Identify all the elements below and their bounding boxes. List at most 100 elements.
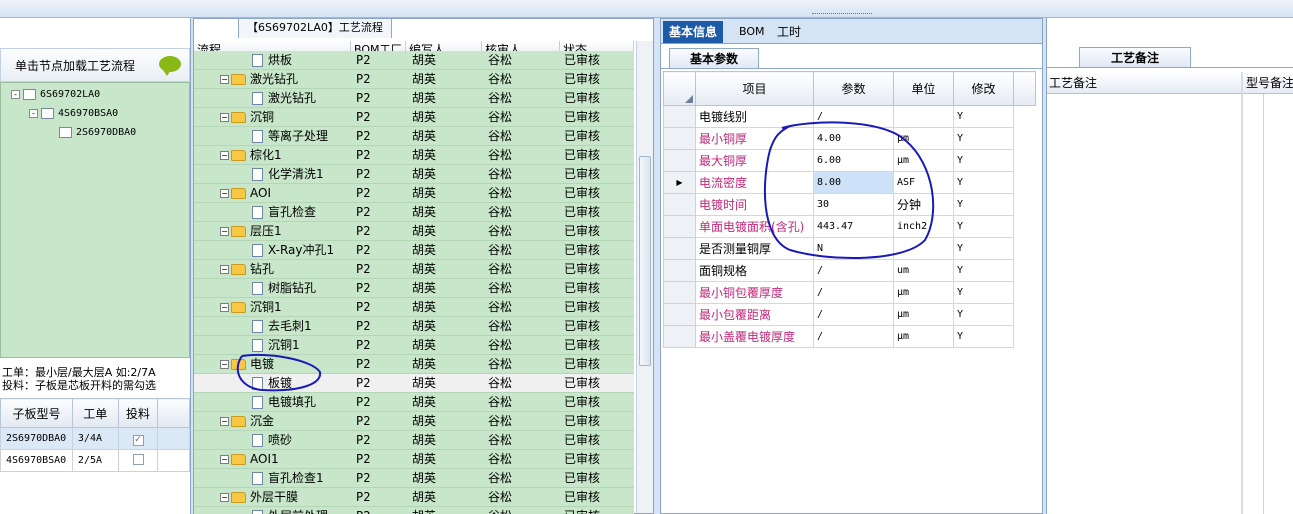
param-row[interactable]: 最小铜包覆厚度 / μm Y bbox=[663, 281, 1036, 304]
collapse-icon[interactable]: − bbox=[220, 417, 229, 426]
collapse-icon[interactable]: − bbox=[220, 265, 229, 274]
tree-node[interactable]: - 4S6970BSA0 bbox=[29, 105, 118, 121]
tab-basic-info[interactable]: 基本信息 bbox=[663, 21, 724, 43]
cell-param[interactable]: / bbox=[813, 259, 894, 282]
col-header-feed[interactable]: 投料 bbox=[117, 398, 159, 428]
cell-model[interactable]: 4S6970BSA0 bbox=[0, 449, 73, 472]
cell-param[interactable]: 30 bbox=[813, 193, 894, 216]
flow-row[interactable]: 去毛刺1 P2 胡英 谷松 已审核 bbox=[194, 317, 634, 336]
col-header-order[interactable]: 工单 bbox=[71, 398, 119, 428]
param-row[interactable]: ▶ 电流密度 8.00 ASF Y bbox=[663, 171, 1036, 194]
cell-order[interactable]: 2/5A bbox=[71, 449, 119, 472]
tree-node[interactable]: - 6S69702LA0 bbox=[11, 86, 100, 102]
tab-process-remarks[interactable]: 工艺备注 bbox=[1079, 47, 1191, 68]
flow-row[interactable]: − 层压1 P2 胡英 谷松 已审核 bbox=[194, 222, 634, 241]
collapse-icon[interactable]: − bbox=[220, 360, 229, 369]
table-row[interactable]: 4S6970BSA0 2/5A bbox=[0, 449, 190, 472]
cell-param[interactable]: N bbox=[813, 237, 894, 260]
flow-row[interactable]: 等离子处理 P2 胡英 谷松 已审核 bbox=[194, 127, 634, 146]
row-header[interactable] bbox=[663, 281, 696, 304]
row-header[interactable] bbox=[663, 325, 696, 348]
flow-row[interactable]: 盲孔检查 P2 胡英 谷松 已审核 bbox=[194, 203, 634, 222]
param-row[interactable]: 最小盖覆电镀厚度 / μm Y bbox=[663, 325, 1036, 348]
remarks-splitter[interactable] bbox=[1241, 72, 1243, 514]
cell-modify[interactable]: Y bbox=[953, 259, 1014, 282]
cell-order[interactable]: 3/4A bbox=[71, 427, 119, 450]
flow-row[interactable]: − AOI P2 胡英 谷松 已审核 bbox=[194, 184, 634, 203]
flow-row[interactable]: 板镀 P2 胡英 谷松 已审核 bbox=[194, 374, 634, 393]
row-header[interactable] bbox=[663, 105, 696, 128]
flow-row[interactable]: 激光钻孔 P2 胡英 谷松 已审核 bbox=[194, 89, 634, 108]
cell-unit[interactable]: μm bbox=[893, 325, 954, 348]
flow-row[interactable]: 沉铜1 P2 胡英 谷松 已审核 bbox=[194, 336, 634, 355]
scrollbar-thumb[interactable] bbox=[639, 156, 651, 366]
flow-row[interactable]: 盲孔检查1 P2 胡英 谷松 已审核 bbox=[194, 469, 634, 488]
cell-modify[interactable]: Y bbox=[953, 325, 1014, 348]
param-row[interactable]: 最小包覆距离 / μm Y bbox=[663, 303, 1036, 326]
cell-param[interactable]: 4.00 bbox=[813, 127, 894, 150]
cell-param[interactable]: 443.47 bbox=[813, 215, 894, 238]
flow-row[interactable]: 喷砂 P2 胡英 谷松 已审核 bbox=[194, 431, 634, 450]
flow-row[interactable]: − 沉铜 P2 胡英 谷松 已审核 bbox=[194, 108, 634, 127]
cell-unit[interactable]: μm bbox=[893, 127, 954, 150]
cell-param[interactable]: / bbox=[813, 303, 894, 326]
param-row[interactable]: 电镀时间 30 分钟 Y bbox=[663, 193, 1036, 216]
col-header-item[interactable]: 项目 bbox=[695, 71, 814, 106]
col-header-model[interactable]: 子板型号 bbox=[0, 398, 73, 428]
row-header[interactable] bbox=[663, 149, 696, 172]
cell-param[interactable]: / bbox=[813, 105, 894, 128]
cell-modify[interactable]: Y bbox=[953, 237, 1014, 260]
cell-param[interactable]: 6.00 bbox=[813, 149, 894, 172]
flow-row[interactable]: X-Ray冲孔1 P2 胡英 谷松 已审核 bbox=[194, 241, 634, 260]
row-header[interactable] bbox=[663, 237, 696, 260]
flow-row[interactable]: − 激光钻孔 P2 胡英 谷松 已审核 bbox=[194, 70, 634, 89]
param-row[interactable]: 单面电镀面积(含孔) 443.47 inch2 Y bbox=[663, 215, 1036, 238]
cell-model[interactable]: 2S6970DBA0 bbox=[0, 427, 73, 450]
cell-modify[interactable]: Y bbox=[953, 171, 1014, 194]
tab-bom[interactable]: BOM bbox=[733, 21, 771, 43]
feed-checkbox[interactable]: ✓ bbox=[132, 435, 144, 446]
cell-modify[interactable]: Y bbox=[953, 105, 1014, 128]
cell-modify[interactable]: Y bbox=[953, 303, 1014, 326]
flow-row[interactable]: − 沉铜1 P2 胡英 谷松 已审核 bbox=[194, 298, 634, 317]
flow-row[interactable]: − 棕化1 P2 胡英 谷松 已审核 bbox=[194, 146, 634, 165]
cell-unit[interactable]: μm bbox=[893, 303, 954, 326]
col-header-model-remark[interactable]: 型号备注 bbox=[1244, 72, 1293, 94]
tree-node[interactable]: 2S6970DBA0 bbox=[47, 124, 136, 140]
process-flow-tab[interactable]: 【6S69702LA0】工艺流程 bbox=[238, 18, 392, 38]
expander-icon[interactable]: - bbox=[11, 89, 20, 99]
flow-row[interactable]: − 钻孔 P2 胡英 谷松 已审核 bbox=[194, 260, 634, 279]
col-header-unit[interactable]: 单位 bbox=[893, 71, 954, 106]
cell-param[interactable]: / bbox=[813, 325, 894, 348]
flow-row[interactable]: 外层前处理 P2 胡英 谷松 已审核 bbox=[194, 507, 634, 514]
collapse-icon[interactable]: − bbox=[220, 189, 229, 198]
flow-row[interactable]: 树脂钻孔 P2 胡英 谷松 已审核 bbox=[194, 279, 634, 298]
cell-modify[interactable]: Y bbox=[953, 127, 1014, 150]
cell-unit[interactable] bbox=[893, 237, 954, 260]
collapse-icon[interactable]: − bbox=[220, 493, 229, 502]
param-row[interactable]: 面铜规格 / um Y bbox=[663, 259, 1036, 282]
collapse-icon[interactable]: − bbox=[220, 227, 229, 236]
cell-modify[interactable]: Y bbox=[953, 193, 1014, 216]
col-header-process-remark[interactable]: 工艺备注 bbox=[1047, 72, 1097, 94]
cell-unit[interactable]: um bbox=[893, 259, 954, 282]
param-row[interactable]: 最大铜厚 6.00 μm Y bbox=[663, 149, 1036, 172]
tab-work-hours[interactable]: 工时 bbox=[771, 21, 807, 43]
flow-row[interactable]: 化学清洗1 P2 胡英 谷松 已审核 bbox=[194, 165, 634, 184]
param-row[interactable]: 电镀线别 / Y bbox=[663, 105, 1036, 128]
splitter-grip[interactable] bbox=[812, 13, 872, 16]
collapse-icon[interactable]: − bbox=[220, 455, 229, 464]
flow-row[interactable]: 电镀填孔 P2 胡英 谷松 已审核 bbox=[194, 393, 634, 412]
row-header[interactable] bbox=[663, 259, 696, 282]
flow-row[interactable]: − 外层干膜 P2 胡英 谷松 已审核 bbox=[194, 488, 634, 507]
cell-unit[interactable]: inch2 bbox=[893, 215, 954, 238]
cell-unit[interactable] bbox=[893, 105, 954, 128]
flow-row[interactable]: − 沉金 P2 胡英 谷松 已审核 bbox=[194, 412, 634, 431]
cell-unit[interactable]: μm bbox=[893, 149, 954, 172]
row-header[interactable] bbox=[663, 193, 696, 216]
collapse-icon[interactable]: − bbox=[220, 151, 229, 160]
col-header-modify[interactable]: 修改 bbox=[953, 71, 1014, 106]
cell-unit[interactable]: ASF bbox=[893, 171, 954, 194]
col-header-param[interactable]: 参数 bbox=[813, 71, 894, 106]
vertical-scrollbar[interactable] bbox=[636, 41, 653, 513]
